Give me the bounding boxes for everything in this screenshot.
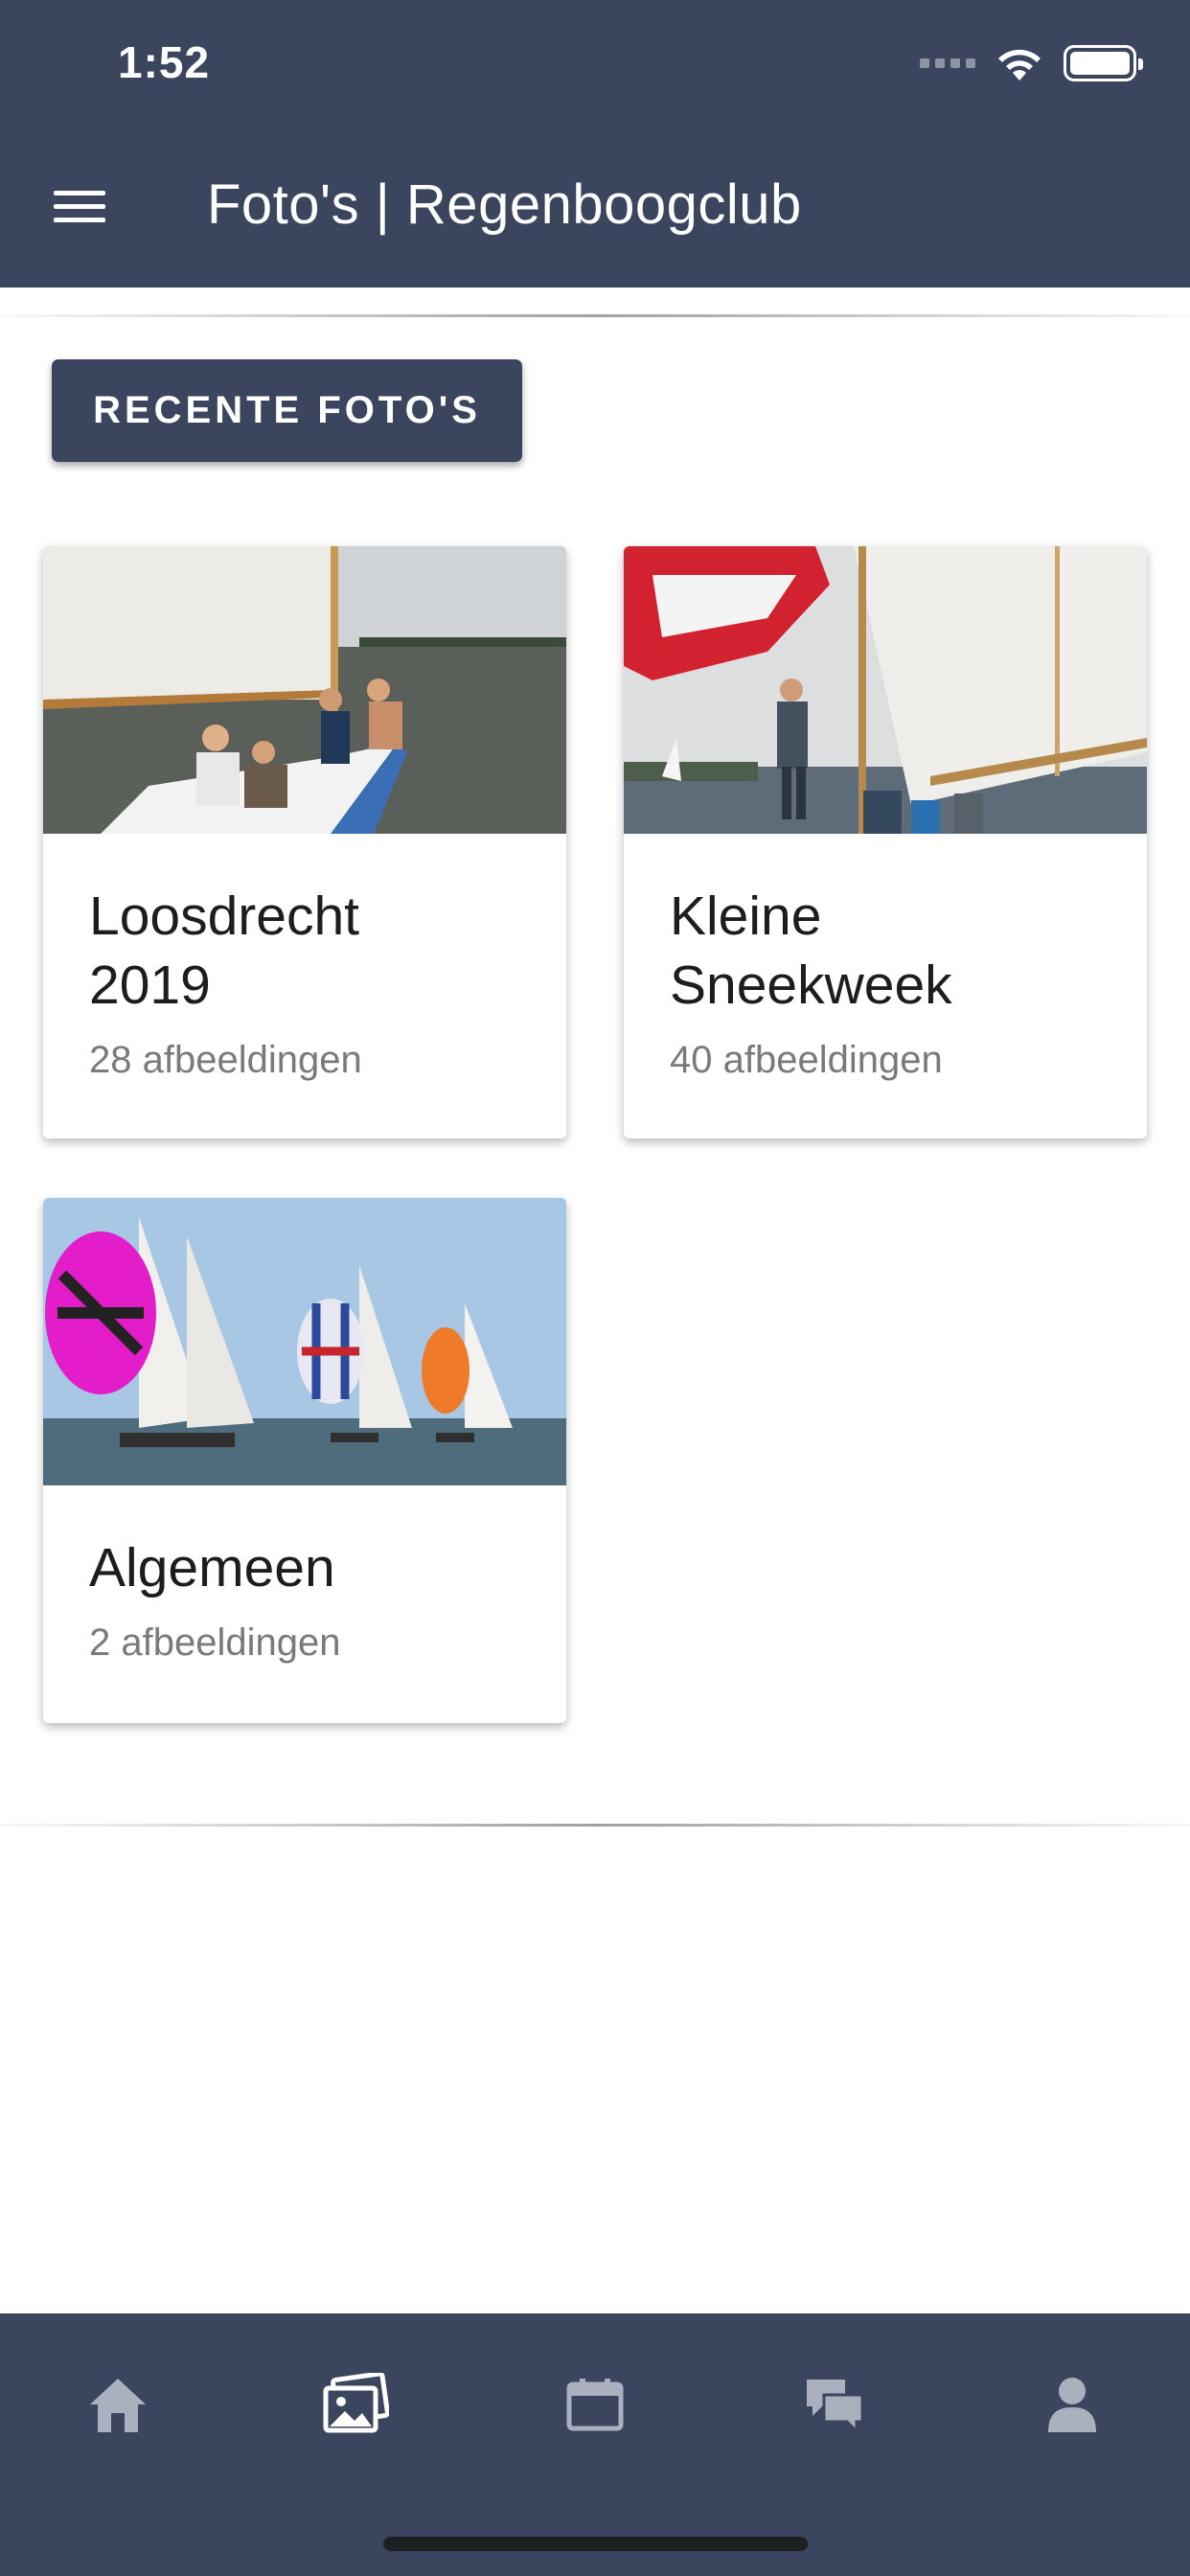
status-time: 1:52: [118, 37, 211, 87]
album-title: Kleine Sneekweek: [670, 886, 952, 1016]
photos-icon: [323, 2373, 389, 2433]
album-cover-image: [624, 546, 1147, 834]
profile-icon: [1048, 2378, 1096, 2432]
home-icon: [90, 2379, 146, 2432]
app: 1:52 Foto's | Regenboogclub RECENTE FOTO…: [0, 0, 1190, 2576]
calendar-icon: [566, 2379, 624, 2431]
top-divider: [0, 314, 1190, 317]
album-count: 2 afbeeldingen: [89, 1622, 341, 1664]
battery-icon: [1064, 45, 1143, 81]
recent-photos-button[interactable]: RECENTE FOTO'S: [52, 359, 522, 462]
album-cover-image: [43, 1198, 566, 1485]
page-title: Foto's | Regenboogclub: [207, 173, 802, 236]
album-count: 40 afbeeldingen: [670, 1039, 943, 1081]
album-card-algemeen[interactable]: Algemeen 2 afbeeldingen: [43, 1198, 566, 1723]
chat-icon: [807, 2380, 864, 2433]
album-card-kleine-sneekweek[interactable]: Kleine Sneekweek 40 afbeeldingen: [624, 546, 1147, 1138]
album-cover-image: [43, 546, 566, 834]
bottom-divider: [0, 1824, 1190, 1827]
album-title: Algemeen: [89, 1537, 335, 1598]
tab-home[interactable]: [75, 2361, 161, 2448]
menu-button[interactable]: [48, 182, 115, 230]
home-indicator[interactable]: [383, 2537, 808, 2551]
album-count: 28 afbeeldingen: [89, 1039, 362, 1081]
album-title: Loosdrecht 2019: [89, 886, 360, 1016]
tab-messages[interactable]: [791, 2361, 878, 2448]
cellular-signal-icon: [920, 58, 975, 68]
tab-profile[interactable]: [1029, 2361, 1115, 2448]
tab-calendar[interactable]: [552, 2361, 638, 2448]
status-icons: [920, 42, 1143, 84]
app-header: 1:52 Foto's | Regenboogclub: [0, 0, 1190, 288]
album-card-loosdrecht[interactable]: Loosdrecht 2019 28 afbeeldingen: [43, 546, 566, 1138]
wifi-icon: [998, 49, 1041, 80]
tab-photos[interactable]: [312, 2361, 399, 2448]
